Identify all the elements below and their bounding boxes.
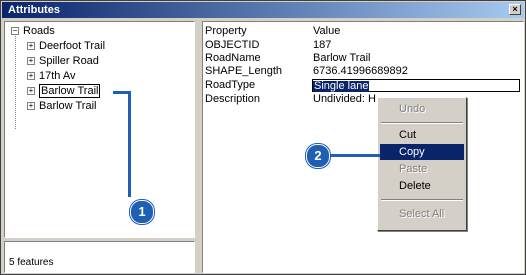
property-name: RoadType	[205, 79, 256, 91]
status-bar: 5 features	[4, 241, 195, 273]
property-name: SHAPE_Length	[205, 65, 283, 77]
expand-icon[interactable]: +	[27, 42, 35, 51]
collapse-icon[interactable]: −	[11, 27, 19, 36]
title-bar[interactable]: Attributes ×	[2, 2, 524, 18]
expand-icon[interactable]: +	[27, 102, 35, 111]
value-column-header[interactable]: Value	[313, 25, 340, 37]
menu-item-cut[interactable]: Cut	[380, 127, 464, 143]
tree-item-label: Spiller Road	[39, 55, 99, 67]
property-name: RoadName	[205, 52, 261, 64]
tree-item-barlow-trail[interactable]: + Barlow Trail	[27, 100, 96, 112]
expand-icon[interactable]: +	[27, 57, 35, 66]
table-row[interactable]: RoadName Barlow Trail	[203, 52, 523, 64]
attributes-window: Attributes × − Roads + Deerfoot Trail + Spi…	[0, 0, 526, 275]
close-button[interactable]: ×	[509, 4, 521, 15]
callout-1-leader-vertical	[128, 91, 131, 197]
tree-root-label: Roads	[23, 25, 55, 37]
menu-item-paste[interactable]: Paste	[380, 161, 464, 177]
table-row[interactable]: SHAPE_Length 6736.41996689892	[203, 65, 523, 77]
tree-item-spiller-road[interactable]: + Spiller Road	[27, 55, 99, 67]
callout-2-badge: 2	[306, 144, 330, 168]
tree-connector	[15, 36, 16, 129]
table-row[interactable]: Description Undivided: H	[203, 93, 523, 105]
tree-root-roads[interactable]: − Roads	[11, 25, 55, 37]
property-name: Description	[205, 93, 261, 105]
tree-item-17th-av[interactable]: +17th Av	[27, 70, 76, 82]
expand-icon[interactable]: +	[27, 87, 35, 96]
tree-item-label: Barlow Trail	[39, 100, 97, 112]
selected-text: Single lane	[313, 80, 370, 92]
tree-item-label: Deerfoot Trail	[39, 40, 106, 52]
property-grid: Property Value OBJECTID 187 RoadName Bar…	[202, 21, 524, 273]
menu-separator	[381, 122, 463, 124]
table-row[interactable]: OBJECTID 187	[203, 39, 523, 51]
expand-icon[interactable]: +	[27, 72, 35, 81]
menu-separator	[381, 199, 463, 201]
menu-item-copy[interactable]: Copy	[380, 144, 464, 160]
tree-item-barlow-trail-selected[interactable]: + Barlow Trail	[27, 84, 101, 98]
feature-count: 5 features	[9, 257, 54, 268]
property-value: Undivided: H	[313, 93, 376, 105]
menu-item-delete[interactable]: Delete	[380, 178, 464, 194]
property-column-header[interactable]: Property	[205, 25, 247, 37]
property-value: Barlow Trail	[313, 52, 371, 64]
property-value: 6736.41996689892	[313, 65, 408, 77]
menu-item-select-all[interactable]: Select All	[380, 206, 464, 222]
tree-item-label: Barlow Trail	[39, 84, 101, 98]
roadtype-edit-field[interactable]: Single lane	[312, 79, 520, 92]
tree-item-deerfoot-trail[interactable]: + Deerfoot Trail	[27, 40, 105, 52]
property-name: OBJECTID	[205, 39, 260, 51]
menu-item-undo[interactable]: Undo	[380, 101, 464, 117]
context-menu: Undo Cut Copy Paste Delete Select All	[377, 97, 467, 231]
window-title: Attributes	[8, 4, 60, 16]
tree-item-label: 17th Av	[39, 70, 76, 82]
callout-2-leader	[330, 154, 380, 157]
feature-tree: − Roads + Deerfoot Trail + Spiller Road +17…	[4, 21, 195, 238]
callout-1-badge: 1	[130, 200, 154, 224]
property-value: 187	[313, 39, 332, 51]
